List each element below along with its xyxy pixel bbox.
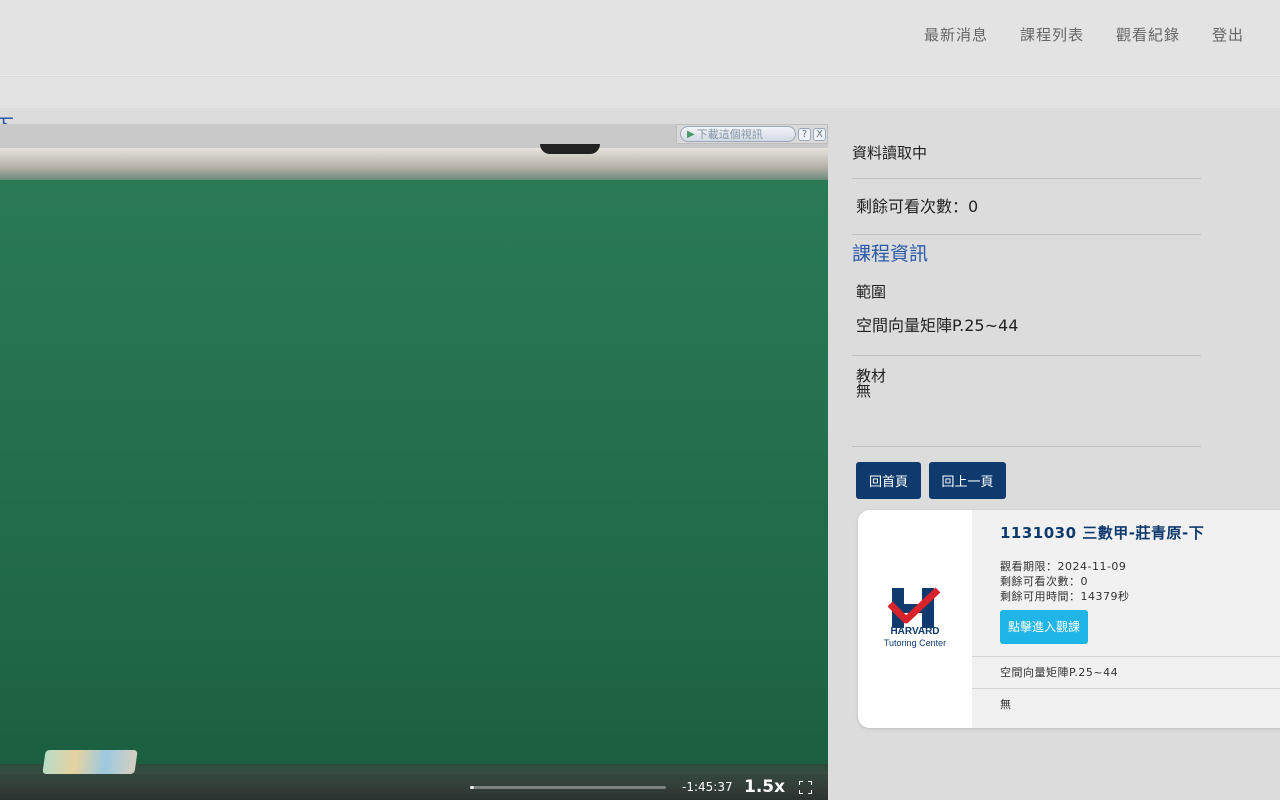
remaining-views: 剩餘可看次數：0 [852, 179, 1201, 235]
video-blackboard [0, 180, 828, 780]
nav-news[interactable]: 最新消息 [924, 24, 988, 45]
video-ceiling [0, 148, 828, 180]
logo-wordmark: HARVARD [890, 626, 940, 637]
logo-subtitle: Tutoring Center [883, 638, 947, 648]
watch-deadline: 觀看期限：2024-11-09 [1000, 560, 1127, 573]
download-video-label: 下載這個視訊 [696, 128, 763, 141]
nav-course-list[interactable]: 課程列表 [1020, 24, 1084, 45]
download-video-button[interactable]: ▶ 下載這個視訊 [680, 126, 796, 142]
download-video-toolbar: ▶ 下載這個視訊 ? X [676, 124, 828, 144]
video-lamp [540, 144, 600, 154]
video-progress-bar[interactable] [470, 786, 666, 789]
course-info-panel: 資料讀取中 剩餘可看次數：0 課程資訊 範圍 空間向量矩陣P.25~44 教材 … [852, 132, 1201, 447]
course-info-heading: 課程資訊 [852, 243, 929, 265]
course-title[interactable]: 1131030 三數甲-莊青原-下 [1000, 522, 1280, 543]
card-remaining-views: 剩餘可看次數：0 [1000, 575, 1088, 588]
range-value: 空間向量矩陣P.25~44 [856, 316, 1019, 335]
card-range: 空間向量矩陣P.25~44 [972, 656, 1280, 688]
video-progress-fill [470, 786, 474, 789]
video-controls: -1:45:37 1.5x [0, 774, 828, 800]
time-remaining: -1:45:37 [682, 780, 733, 794]
loading-status: 資料讀取中 [852, 132, 1201, 179]
video-eraser [42, 750, 138, 774]
video-player[interactable] [0, 124, 828, 800]
panel-buttons: 回首頁 回上一頁 [856, 462, 1006, 499]
course-card: HARVARD Tutoring Center 1131030 三數甲-莊青原-… [858, 510, 1280, 728]
remaining-time: 剩餘可用時間：14379秒 [1000, 590, 1130, 603]
material-value: 無 [856, 382, 872, 400]
help-icon[interactable]: ? [798, 127, 811, 141]
play-icon: ▶ [687, 128, 695, 140]
back-button[interactable]: 回上一頁 [929, 462, 1006, 499]
close-icon[interactable]: X [813, 127, 826, 141]
range-block: 範圍 空間向量矩陣P.25~44 [852, 281, 1201, 356]
material-block: 教材 無 [852, 368, 1201, 447]
top-navbar: 最新消息 課程列表 觀看紀錄 登出 [0, 0, 1280, 76]
range-label: 範圍 [856, 283, 887, 301]
course-card-info: 1131030 三數甲-莊青原-下 觀看期限：2024-11-09 剩餘可看次數… [972, 510, 1280, 728]
home-button[interactable]: 回首頁 [856, 462, 921, 499]
nav-logout[interactable]: 登出 [1212, 24, 1244, 45]
material-label: 教材 [856, 367, 887, 385]
card-material: 無 [972, 688, 1280, 720]
course-logo: HARVARD Tutoring Center [858, 510, 972, 728]
enter-class-button[interactable]: 點擊進入觀課 [1000, 610, 1089, 644]
fullscreen-icon[interactable] [799, 781, 812, 794]
sub-header [0, 77, 1280, 108]
nav-watch-history[interactable]: 觀看紀錄 [1116, 24, 1180, 45]
playback-speed-button[interactable]: 1.5x [744, 777, 785, 797]
main-nav: 最新消息 課程列表 觀看紀錄 登出 [924, 24, 1244, 45]
